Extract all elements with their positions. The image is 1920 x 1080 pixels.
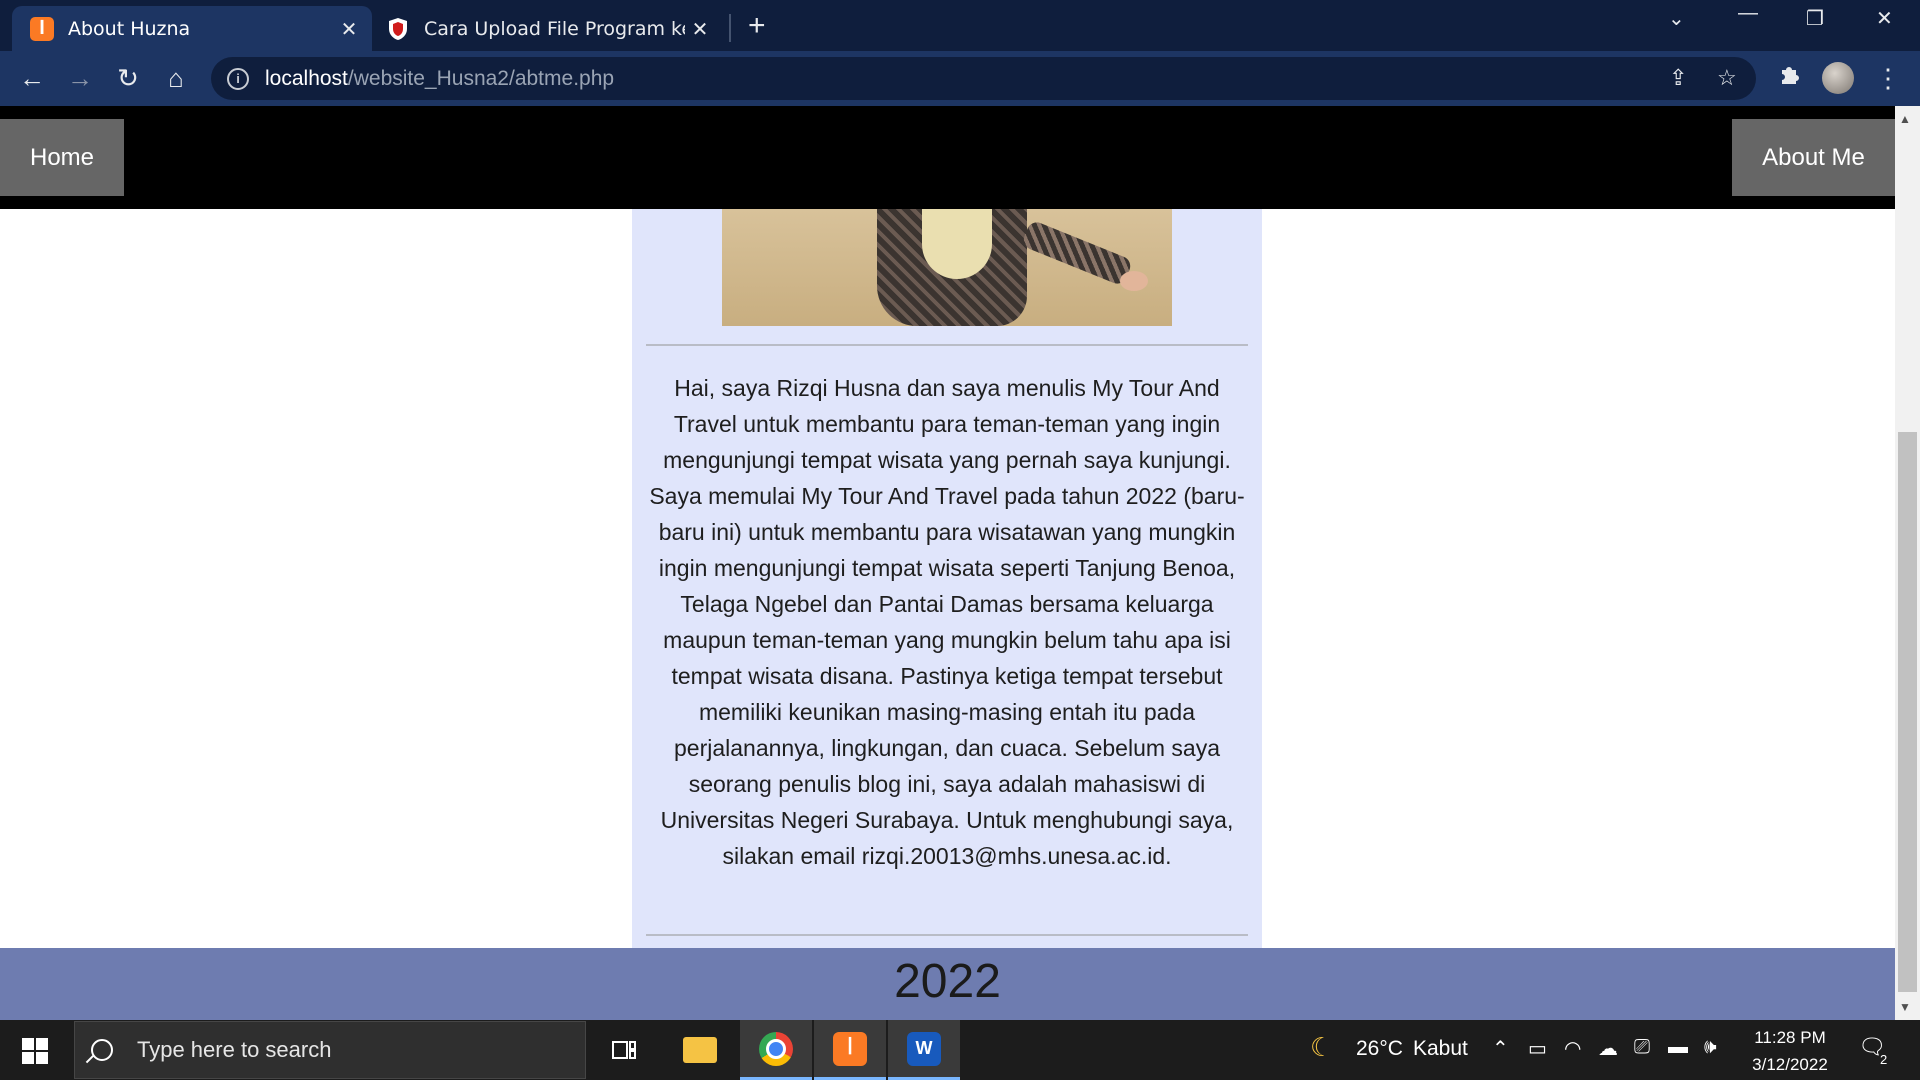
weather-moon-icon[interactable]: ☾ [1310,1032,1333,1063]
windows-taskbar: Type here to search ꟾ W ☾ 26°C Kabut ⌃ ▭… [0,1020,1920,1080]
tab-search-chevron-icon[interactable]: ⌄ [1668,6,1685,31]
photo-scarf [922,209,992,279]
site-navbar: Home About Me [0,106,1895,209]
bio-paragraph: Hai, saya Rizqi Husna dan saya menulis M… [649,375,1245,869]
meet-now-icon[interactable]: ▭ [1528,1036,1547,1061]
site-footer: 2022 [0,948,1895,1020]
divider-bottom [646,934,1248,936]
folder-icon [683,1037,717,1063]
bookmark-star-icon[interactable]: ☆ [1717,65,1737,91]
photo-hand [1120,271,1148,291]
taskbar-clock[interactable]: 11:28 PM 3/12/2022 [1740,1024,1840,1078]
notification-count: 2 [1880,1052,1888,1067]
url-host: localhost [265,66,348,90]
home-icon[interactable]: ⌂ [160,62,192,94]
share-icon[interactable]: ⇪ [1669,65,1687,91]
search-placeholder: Type here to search [137,1037,332,1062]
chevron-up-icon[interactable]: ⌃ [1492,1036,1509,1061]
clock-date: 3/12/2022 [1752,1055,1828,1074]
chrome-taskbar-icon[interactable] [740,1020,812,1080]
restore-icon[interactable]: ❐ [1806,6,1824,31]
display-icon[interactable]: ⎚ [1634,1036,1650,1059]
tab-cara-upload[interactable]: Cara Upload File Program ke GitHub ✕ [378,6,723,51]
close-tab-icon[interactable]: ✕ [685,17,715,41]
file-explorer-icon[interactable] [664,1020,736,1080]
tab-title: Cara Upload File Program ke GitHub [424,17,685,40]
scrollbar-thumb[interactable] [1898,432,1917,992]
scroll-down-arrow-icon[interactable]: ▼ [1899,1000,1911,1014]
browser-tab-strip: ꟾ About Huzna ✕ Cara Upload File Program… [0,0,1920,51]
xampp-taskbar-icon[interactable]: ꟾ [814,1020,886,1080]
xampp-icon: ꟾ [833,1031,867,1066]
shield-icon [386,17,410,41]
browser-toolbar: ← → ↻ ⌂ i localhost/website_Husna2/abtme… [0,51,1920,106]
profile-avatar[interactable] [1822,62,1854,94]
search-icon [91,1039,113,1061]
xampp-icon: ꟾ [30,16,54,41]
minimize-icon[interactable]: — [1738,2,1758,25]
forward-icon[interactable]: → [64,62,96,94]
tab-about-huzna[interactable]: ꟾ About Huzna ✕ [12,6,372,51]
windows-start-icon[interactable] [22,1038,48,1064]
menu-kebab-icon[interactable]: ⋮ [1872,62,1904,94]
tab-divider [729,14,731,42]
close-tab-icon[interactable]: ✕ [334,17,364,41]
reload-icon[interactable]: ↻ [112,62,144,94]
divider-top [646,344,1248,346]
page-viewport: Hai, saya Rizqi Husna dan saya menulis M… [0,106,1895,1020]
site-info-icon[interactable]: i [227,67,249,90]
weather-temperature[interactable]: 26°C [1356,1037,1403,1061]
taskbar-search-box[interactable]: Type here to search [74,1021,586,1079]
extensions-puzzle-icon[interactable] [1774,62,1806,94]
wifi-icon[interactable]: ◠ [1564,1036,1581,1061]
url-path: /website_Husna2/abtme.php [347,66,615,90]
task-view-icon[interactable] [588,1020,660,1080]
weather-description[interactable]: Kabut [1413,1037,1468,1061]
profile-photo [722,209,1172,326]
tab-title: About Huzna [68,17,191,40]
onedrive-icon[interactable]: ☁ [1598,1036,1618,1061]
new-tab-button[interactable]: + [748,9,766,43]
clock-time: 11:28 PM [1754,1028,1826,1047]
chrome-icon [759,1031,793,1066]
word-icon: W [907,1031,941,1066]
footer-year: 2022 [894,955,1001,1008]
nav-home-link[interactable]: Home [0,119,124,196]
battery-icon[interactable]: ▬ [1668,1036,1688,1059]
back-icon[interactable]: ← [16,62,48,94]
scroll-up-arrow-icon[interactable]: ▲ [1899,112,1911,126]
volume-icon[interactable]: 🕪 [1704,1036,1717,1059]
address-bar[interactable]: i localhost/website_Husna2/abtme.php ⇪ ☆ [211,57,1756,100]
photo-arm [1020,219,1134,287]
url-text[interactable]: localhost/website_Husna2/abtme.php [265,67,614,91]
nav-about-link[interactable]: About Me [1732,119,1895,196]
word-taskbar-icon[interactable]: W [888,1020,960,1080]
close-window-icon[interactable]: ✕ [1876,6,1893,31]
